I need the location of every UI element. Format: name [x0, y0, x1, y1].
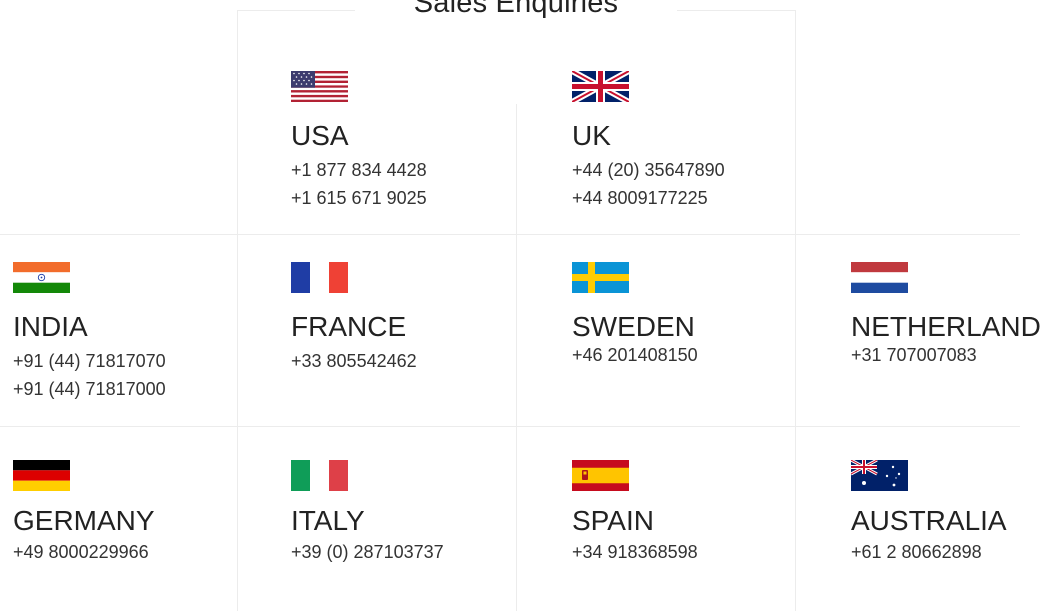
country-name: AUSTRALIA: [851, 505, 1007, 536]
germany-flag-icon: [13, 460, 70, 491]
phone-number[interactable]: +46 201408150: [572, 344, 698, 366]
phone-number[interactable]: +91 (44) 71817000: [13, 378, 166, 400]
country-name: GERMANY: [13, 505, 155, 536]
phone-number[interactable]: +1 877 834 4428: [291, 159, 427, 181]
divider-vertical-3: [795, 10, 796, 611]
divider-vertical-1: [237, 10, 238, 611]
country-name: UK: [572, 120, 611, 151]
phone-number[interactable]: +31 707007083: [851, 344, 977, 366]
country-name: NETHERLAND: [851, 311, 1041, 342]
spain-flag-icon: [572, 460, 629, 491]
uk-flag-icon: [572, 71, 629, 102]
divider-row-1: [0, 234, 1020, 235]
divider-top-left: [237, 10, 355, 11]
country-name: ITALY: [291, 505, 365, 536]
divider-top-right: [677, 10, 795, 11]
us-flag-icon: [291, 71, 348, 102]
france-flag-icon: [291, 262, 348, 293]
country-name: INDIA: [13, 311, 88, 342]
page-title: Sales Enquiries: [355, 0, 677, 20]
italy-flag-icon: [291, 460, 348, 491]
phone-number[interactable]: +39 (0) 287103737: [291, 541, 444, 563]
sweden-flag-icon: [572, 262, 629, 293]
netherlands-flag-icon: [851, 262, 908, 293]
australia-flag-icon: [851, 460, 908, 491]
india-flag-icon: [13, 262, 70, 293]
country-name: SPAIN: [572, 505, 654, 536]
phone-number[interactable]: +34 918368598: [572, 541, 698, 563]
phone-number[interactable]: +1 615 671 9025: [291, 187, 427, 209]
phone-number[interactable]: +44 8009177225: [572, 187, 708, 209]
phone-number[interactable]: +44 (20) 35647890: [572, 159, 725, 181]
country-name: FRANCE: [291, 311, 407, 342]
country-name: SWEDEN: [572, 311, 695, 342]
phone-number[interactable]: +61 2 80662898: [851, 541, 982, 563]
divider-vertical-2: [516, 104, 517, 611]
phone-number[interactable]: +91 (44) 71817070: [13, 350, 166, 372]
country-name: USA: [291, 120, 349, 151]
phone-number[interactable]: +33 805542462: [291, 350, 417, 372]
divider-row-2: [0, 426, 1020, 427]
phone-number[interactable]: +49 8000229966: [13, 541, 149, 563]
